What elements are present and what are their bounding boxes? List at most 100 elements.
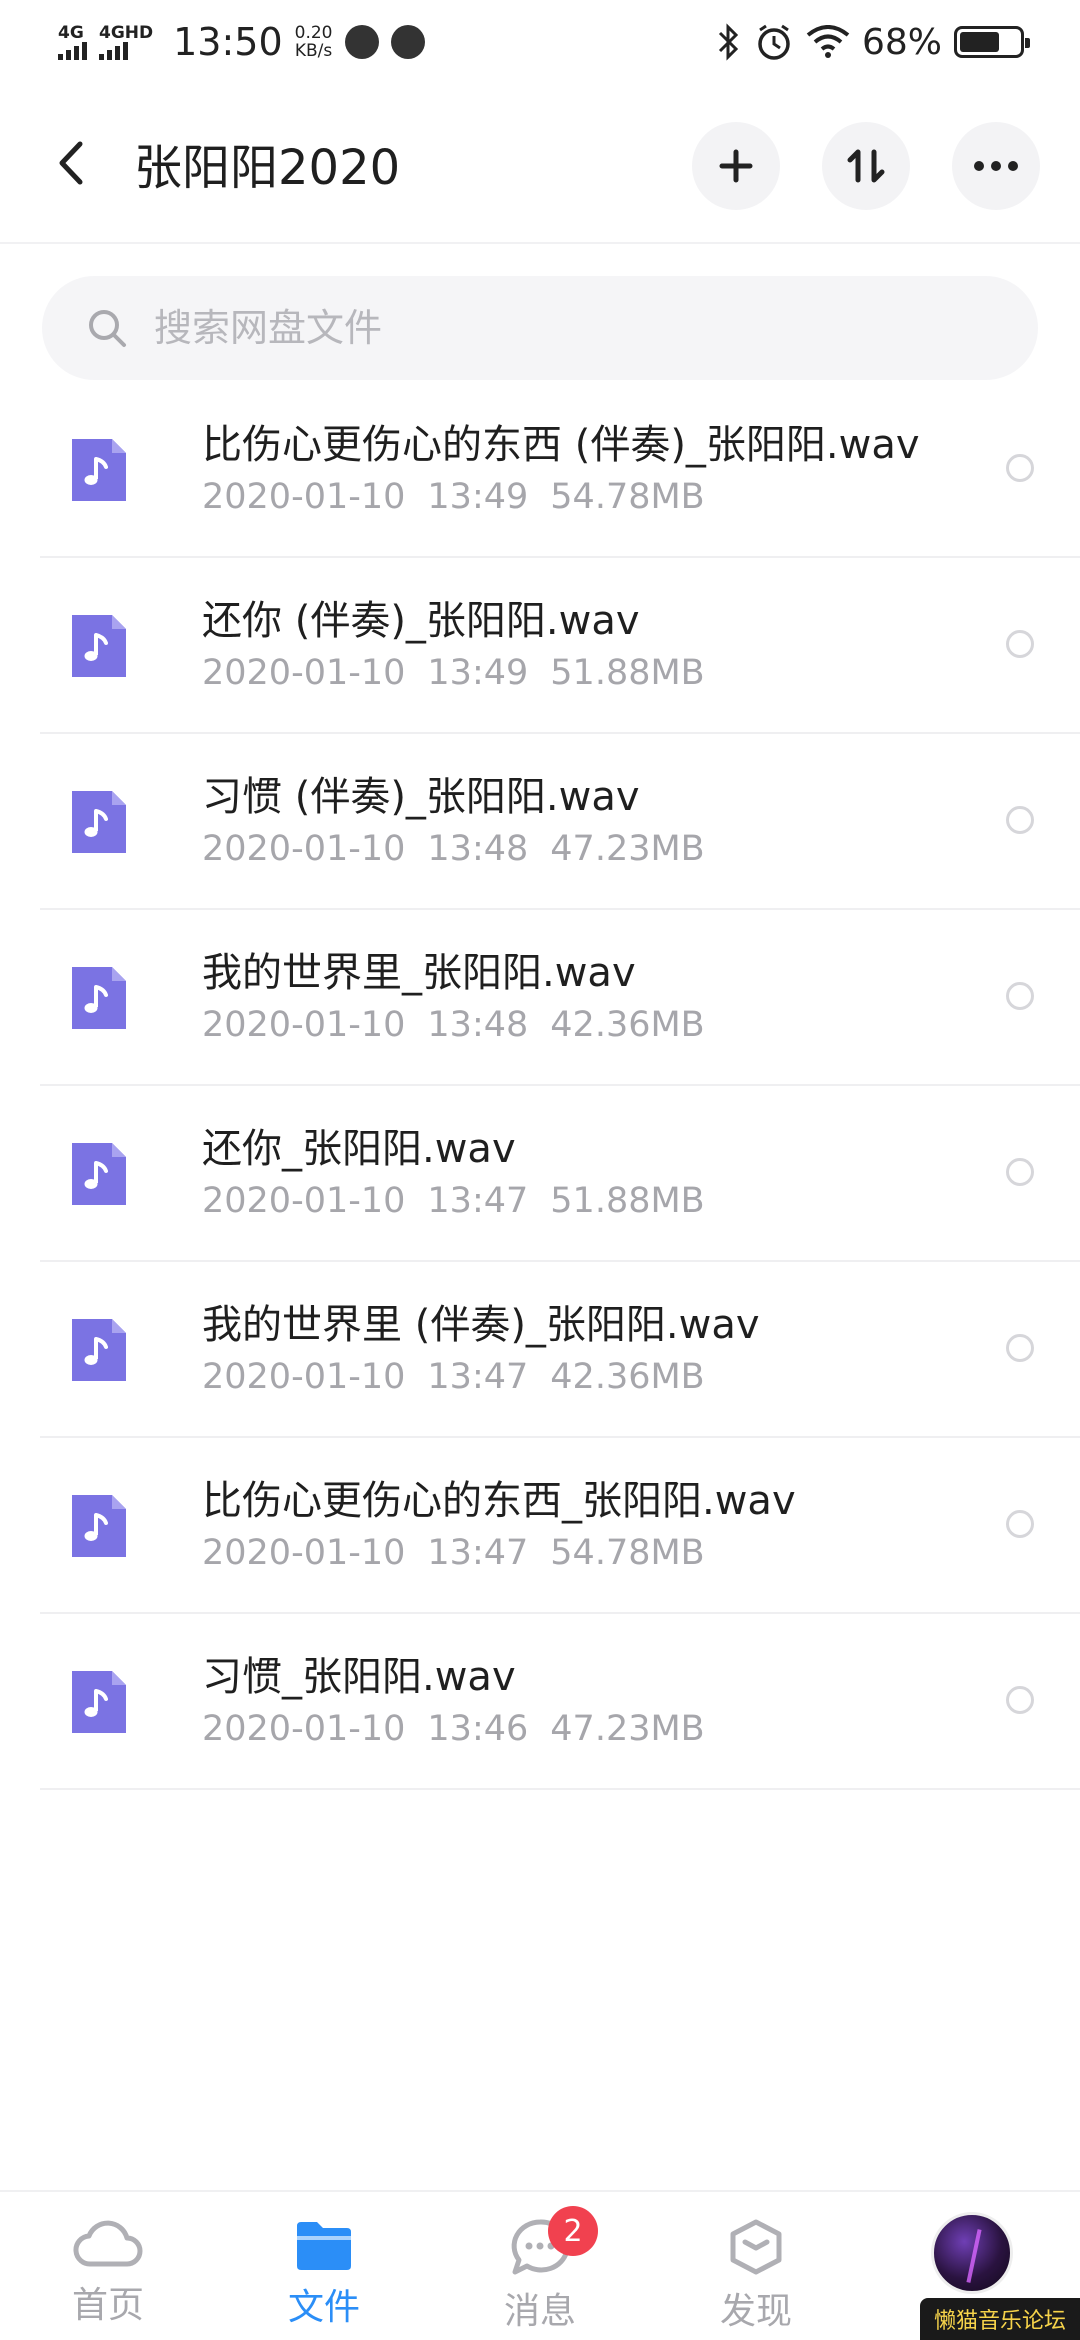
sort-button[interactable] <box>822 122 910 210</box>
file-row[interactable]: 我的世界里_张阳阳.wav 2020-01-10 13:48 42.36MB <box>0 910 1080 1086</box>
top-bar: 张阳阳2020 <box>0 84 1080 244</box>
music-file-icon <box>72 967 126 1029</box>
alarm-icon <box>758 24 790 60</box>
file-text: 我的世界里 (伴奏)_张阳阳.wav 2020-01-10 13:47 42.36MB <box>202 1299 760 1401</box>
file-row[interactable]: 习惯 (伴奏)_张阳阳.wav 2020-01-10 13:48 47.23MB <box>0 734 1080 910</box>
file-date: 2020-01-10 <box>202 1533 406 1573</box>
file-meta: 2020-01-10 13:46 47.23MB <box>202 1705 705 1753</box>
music-file-icon <box>72 615 126 677</box>
add-icon <box>719 149 753 183</box>
file-name: 还你_张阳阳.wav <box>202 1126 516 1172</box>
bottom-nav: 首页 文件 2 消息 发现 懒猫音乐论坛 <box>0 2190 1080 2340</box>
search-bar[interactable] <box>42 276 1038 380</box>
browser-icon <box>390 25 425 59</box>
file-date: 2020-01-10 <box>202 1005 406 1045</box>
file-text: 习惯 (伴奏)_张阳阳.wav 2020-01-10 13:48 47.23MB <box>202 771 705 873</box>
nav-discover-label: 发现 <box>719 2291 792 2332</box>
clock: 13:50 <box>173 20 283 64</box>
file-time: 13:48 <box>427 1005 529 1045</box>
music-file-icon <box>72 791 126 853</box>
file-row[interactable]: 习惯_张阳阳.wav 2020-01-10 13:46 47.23MB <box>0 1614 1080 1790</box>
signal-2: 4GHD <box>99 24 153 60</box>
nav-files[interactable]: 文件 <box>216 2192 432 2340</box>
file-date: 2020-01-10 <box>202 1357 406 1397</box>
select-radio[interactable] <box>1006 982 1034 1010</box>
page-title: 张阳阳2020 <box>134 140 401 196</box>
file-name: 我的世界里_张阳阳.wav <box>202 950 636 996</box>
music-file-icon <box>72 1671 126 1733</box>
file-text: 习惯_张阳阳.wav 2020-01-10 13:46 47.23MB <box>202 1651 705 1753</box>
network-speed: 0.20 KB/s <box>295 24 333 60</box>
avatar[interactable] <box>931 2212 1013 2294</box>
file-time: 13:47 <box>427 1357 529 1397</box>
back-button[interactable] <box>36 128 106 198</box>
file-meta: 2020-01-10 13:49 54.78MB <box>202 473 920 521</box>
sort-icon <box>847 149 885 183</box>
signal-bars-icon <box>58 42 87 60</box>
status-bar: 4G 4GHD 13:50 0.20 KB/s 68% <box>0 0 1080 84</box>
select-radio[interactable] <box>1006 1334 1034 1362</box>
file-size: 51.88MB <box>550 653 705 693</box>
file-size: 51.88MB <box>550 1181 705 1221</box>
file-time: 13:48 <box>427 829 529 869</box>
nav-home[interactable]: 首页 <box>0 2192 216 2340</box>
select-radio[interactable] <box>1006 1158 1034 1186</box>
file-date: 2020-01-10 <box>202 653 406 693</box>
header-actions <box>692 122 1040 210</box>
file-size: 42.36MB <box>550 1357 705 1397</box>
status-left: 4G 4GHD 13:50 0.20 KB/s <box>58 20 425 64</box>
file-date: 2020-01-10 <box>202 477 406 517</box>
file-size: 54.78MB <box>550 477 705 517</box>
file-row[interactable]: 我的世界里 (伴奏)_张阳阳.wav 2020-01-10 13:47 42.36MB <box>0 1262 1080 1438</box>
file-meta: 2020-01-10 13:47 42.36MB <box>202 1353 760 1401</box>
network-type-2: 4GHD <box>99 23 154 43</box>
nav-home-label: 首页 <box>71 2285 144 2326</box>
weibo-icon <box>344 25 379 59</box>
file-size: 42.36MB <box>550 1005 705 1045</box>
music-file-icon <box>72 1143 126 1205</box>
signal-1: 4G <box>58 24 87 60</box>
search-input[interactable] <box>154 306 954 350</box>
file-name: 习惯_张阳阳.wav <box>202 1654 516 1700</box>
file-meta: 2020-01-10 13:48 42.36MB <box>202 1001 705 1049</box>
search-icon <box>89 310 126 347</box>
file-size: 54.78MB <box>550 1533 705 1573</box>
file-name: 习惯 (伴奏)_张阳阳.wav <box>202 774 640 820</box>
cloud-icon <box>73 2220 143 2267</box>
watermark: 懒猫音乐论坛 <box>919 2298 1080 2340</box>
nav-discover[interactable]: 发现 <box>648 2192 864 2340</box>
add-button[interactable] <box>692 122 780 210</box>
file-meta: 2020-01-10 13:47 51.88MB <box>202 1177 705 1225</box>
select-radio[interactable] <box>1006 806 1034 834</box>
more-icon <box>974 161 1018 171</box>
file-text: 我的世界里_张阳阳.wav 2020-01-10 13:48 42.36MB <box>202 947 705 1049</box>
select-radio[interactable] <box>1006 1686 1034 1714</box>
file-size: 47.23MB <box>550 1709 705 1749</box>
select-radio[interactable] <box>1006 630 1034 658</box>
nav-messages-label: 消息 <box>503 2291 576 2332</box>
nav-messages[interactable]: 2 消息 <box>432 2192 648 2340</box>
file-row[interactable]: 还你 (伴奏)_张阳阳.wav 2020-01-10 13:49 51.88MB <box>0 558 1080 734</box>
file-size: 47.23MB <box>550 829 705 869</box>
battery-fill <box>960 32 1000 52</box>
music-file-icon <box>72 439 126 501</box>
file-time: 13:49 <box>427 653 529 693</box>
wifi-icon <box>806 25 850 58</box>
file-text: 比伤心更伤心的东西_张阳阳.wav 2020-01-10 13:47 54.78MB <box>202 1475 796 1577</box>
file-time: 13:47 <box>427 1533 529 1573</box>
file-date: 2020-01-10 <box>202 829 406 869</box>
more-button[interactable] <box>952 122 1040 210</box>
signal-bars-icon <box>99 42 128 60</box>
file-row[interactable]: 还你_张阳阳.wav 2020-01-10 13:47 51.88MB <box>0 1086 1080 1262</box>
battery-percent: 68% <box>861 21 942 63</box>
file-name: 比伤心更伤心的东西 (伴奏)_张阳阳.wav <box>202 422 920 468</box>
file-row[interactable]: 比伤心更伤心的东西_张阳阳.wav 2020-01-10 13:47 54.78MB <box>0 1438 1080 1614</box>
select-radio[interactable] <box>1006 1510 1034 1538</box>
file-meta: 2020-01-10 13:47 54.78MB <box>202 1529 796 1577</box>
folder-icon <box>297 2222 351 2270</box>
nav-files-label: 文件 <box>287 2287 360 2328</box>
select-radio[interactable] <box>1006 454 1034 482</box>
back-arrow-icon <box>59 141 83 185</box>
file-name: 还你 (伴奏)_张阳阳.wav <box>202 598 640 644</box>
file-row[interactable]: 比伤心更伤心的东西 (伴奏)_张阳阳.wav 2020-01-10 13:49 54.… <box>0 382 1080 558</box>
